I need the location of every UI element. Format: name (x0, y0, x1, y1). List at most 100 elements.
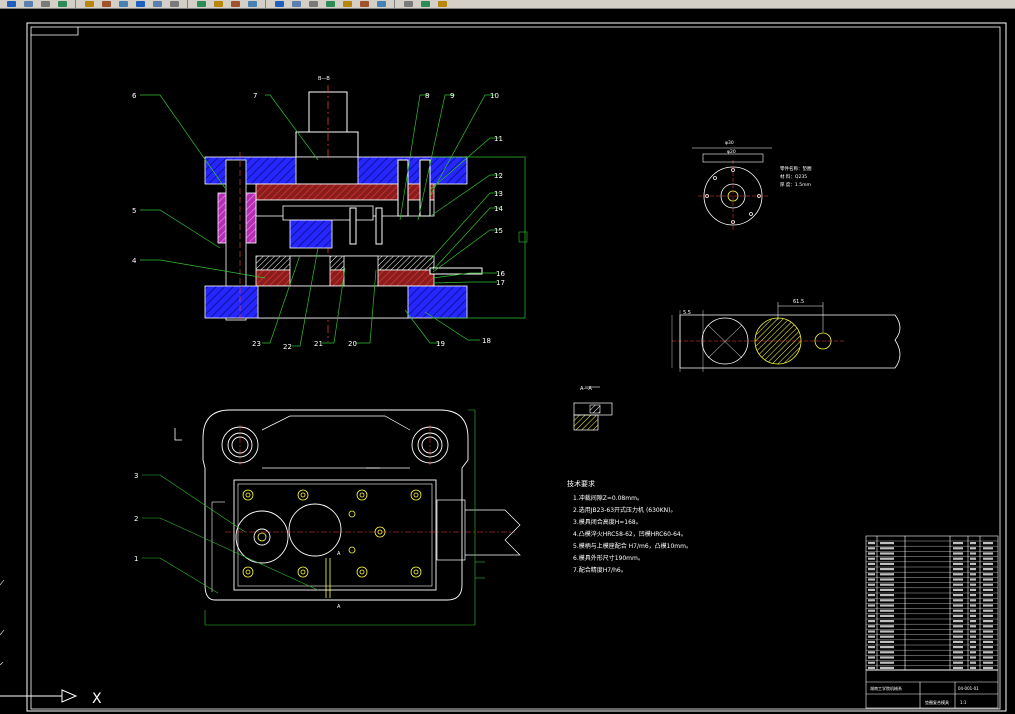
parts-list-cell-text (868, 562, 875, 565)
ucs-icon (0, 689, 78, 703)
parts-list-cell-text (970, 578, 976, 581)
zoom-realtime-icon[interactable] (211, 0, 225, 8)
parts-list-cell-text (880, 651, 894, 654)
layer-state-icon[interactable] (418, 0, 432, 8)
section-aa-detail[interactable] (573, 386, 613, 431)
parts-list-cell-text (880, 578, 894, 581)
parts-list-cell-text (880, 557, 894, 560)
cad-drawing[interactable]: 6 5 4 23 22 21 20 7 8 9 10 11 12 13 14 1… (0, 10, 1015, 714)
parts-list-cell-text (970, 635, 976, 638)
tech-req-5: 5.模柄与上模座配合 H7/m6，凸模10mm。 (573, 542, 692, 550)
parts-list-cell-text (970, 640, 976, 643)
standard-toolbar (0, 0, 1015, 9)
parts-list-cell-text (970, 594, 976, 597)
publish-icon[interactable] (55, 0, 69, 8)
technical-requirements: 技术要求 1.冲裁间隙Z=0.08mm。 2.选用JB23-63开式压力机 (6… (567, 479, 692, 574)
blank-part-labels: φ30 φ20 零件名称：垫圈 材 料：Q235 厚 度：1.5mm (725, 140, 812, 188)
pan-icon[interactable] (194, 0, 208, 8)
parts-list-cell-text (983, 542, 993, 545)
parts-list-cell-text (970, 604, 976, 607)
parts-list-cell-text (983, 609, 993, 612)
blank-part-view[interactable] (692, 147, 772, 232)
tech-req-1: 1.冲裁间隙Z=0.08mm。 (573, 494, 643, 502)
section-indicator-marks (174, 428, 380, 469)
help-icon[interactable] (374, 0, 388, 8)
redo-icon[interactable] (167, 0, 181, 8)
parts-list-cell-text (983, 547, 993, 550)
calculator-icon[interactable] (357, 0, 371, 8)
tech-req-4: 4.凸模淬火HRC58-62，凹模HRC60-64。 (573, 530, 687, 538)
strip-dim-pitch: 61.5 (793, 299, 804, 305)
paste-icon[interactable] (116, 0, 130, 8)
title-block-drawing-no: 04-001-01 (958, 686, 979, 691)
copy-icon[interactable] (99, 0, 113, 8)
parts-list-cell-text (868, 557, 875, 560)
parts-list-cell-text (953, 640, 963, 643)
parts-list-cell-text (868, 646, 875, 649)
part-number-6: 6 (132, 92, 137, 100)
cut-icon[interactable] (82, 0, 96, 8)
zoom-previous-icon[interactable] (245, 0, 259, 8)
parts-list-cell-text (868, 573, 875, 576)
toolbar-separator (187, 0, 188, 8)
match-properties-icon[interactable] (133, 0, 147, 8)
part-number-18: 18 (482, 337, 491, 345)
parts-list-cell-text (880, 573, 894, 576)
parts-list-cell-text (868, 568, 875, 571)
tech-req-3: 3.模具闭合高度H=168。 (573, 518, 642, 526)
sheet-set-icon[interactable] (323, 0, 337, 8)
parts-list-cell-text (983, 599, 993, 602)
print-icon[interactable] (21, 0, 35, 8)
blank-dim-inner: φ20 (727, 149, 736, 155)
parts-list-cell-text (868, 594, 875, 597)
design-center-icon[interactable] (289, 0, 303, 8)
plan-view[interactable] (202, 409, 521, 601)
parts-list-cell-text (868, 583, 875, 586)
front-section-view[interactable] (204, 85, 528, 342)
part-number-4: 4 (132, 257, 137, 265)
parts-list-cell-text (953, 635, 963, 638)
parts-list-cell-text (983, 583, 993, 586)
parts-list-cell-text (970, 614, 976, 617)
parts-list-cell-text (983, 620, 993, 623)
save-icon[interactable] (4, 0, 18, 8)
properties-icon[interactable] (272, 0, 286, 8)
part-number-15: 15 (494, 227, 503, 235)
parts-list-cell-text (880, 583, 894, 586)
parts-list-cell-text (983, 661, 993, 664)
parts-list-cell-text (880, 666, 894, 669)
parts-list-cell-text (880, 656, 894, 659)
parts-list-cell-text (970, 583, 976, 586)
part-number-20: 20 (348, 340, 357, 348)
parts-list-cell-text (868, 656, 875, 659)
layer-manager-icon[interactable] (401, 0, 415, 8)
title-block-school: 湖南工学院机械系 (870, 685, 902, 691)
zoom-window-icon[interactable] (228, 0, 242, 8)
parts-list-cell-text (880, 599, 894, 602)
parts-list-cell-text (983, 562, 993, 565)
strip-layout-labels: 61.5 5.5 (683, 299, 804, 316)
parts-list-cell-text (953, 594, 963, 597)
parts-list-cell-text (970, 646, 976, 649)
parts-list-cell-text (953, 604, 963, 607)
preview-icon[interactable] (38, 0, 52, 8)
section-aa-label: A—A (580, 386, 592, 392)
tool-palettes-icon[interactable] (306, 0, 320, 8)
markup-icon[interactable] (340, 0, 354, 8)
parts-list-cell-text (970, 656, 976, 659)
drawing-canvas[interactable]: 6 5 4 23 22 21 20 7 8 9 10 11 12 13 14 1… (0, 10, 1015, 714)
parts-list-cell-text (983, 630, 993, 633)
parts-list-cell-text (983, 557, 993, 560)
parts-list-cell-text (983, 614, 993, 617)
parts-list-cell-text (868, 630, 875, 633)
strip-layout-view[interactable] (671, 302, 901, 372)
tech-req-6: 6.模具外形尺寸190mm。 (573, 554, 644, 562)
layer-previous-icon[interactable] (435, 0, 449, 8)
ucs-x-label: X (92, 691, 102, 707)
parts-list-cell-text (970, 609, 976, 612)
strip-dim-edge: 5.5 (683, 310, 691, 316)
toolbar-separator (394, 0, 395, 8)
undo-icon[interactable] (150, 0, 164, 8)
parts-list-cell-text (953, 614, 963, 617)
parts-list-cell-text (953, 583, 963, 586)
